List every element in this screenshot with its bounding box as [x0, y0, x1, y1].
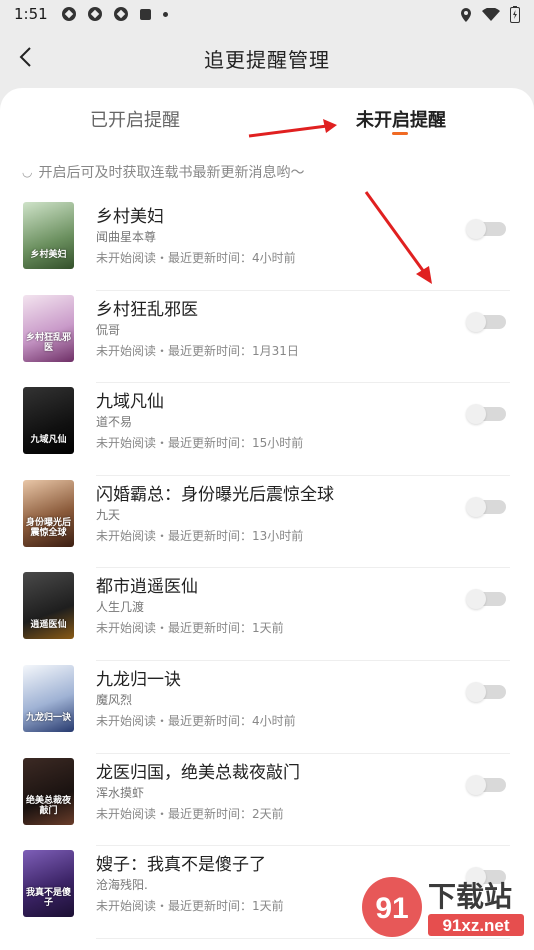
book-cover[interactable]: 我真不是傻子 — [23, 850, 74, 918]
cover-title: 九域凡仙 — [30, 435, 67, 446]
status-time: 1:51 — [14, 5, 48, 23]
reminder-toggle[interactable] — [466, 496, 506, 517]
tab-reminders-enabled[interactable]: 已开启提醒 — [90, 106, 180, 132]
reminder-toggle[interactable] — [466, 681, 506, 702]
book-status: 未开始阅读・最近更新时间：4小时前 — [96, 713, 296, 728]
smile-icon: ◡ — [22, 165, 33, 179]
cover-title: 乡村狂乱邪医 — [25, 332, 71, 353]
book-status: 未开始阅读・最近更新时间：15小时前 — [96, 436, 304, 451]
book-title[interactable]: 九域凡仙 — [96, 387, 164, 412]
book-row[interactable]: 逍遥医仙 都市逍遥医仙人生几渡未开始阅读・最近更新时间：1天前 — [0, 568, 534, 661]
toggle-knob — [466, 774, 486, 795]
book-row[interactable]: 乡村狂乱邪医 乡村狂乱邪医 侃哥 未开始阅读・最近更新时间：1月31日 — [0, 291, 534, 384]
tip-bar: ◡ 开启后可及时获取连载书最新更新消息哟～ — [22, 162, 304, 182]
book-cover[interactable]: 身份曝光后震惊全球 — [23, 479, 74, 547]
svg-text:91xz.net: 91xz.net — [442, 916, 509, 935]
svg-text:91: 91 — [375, 892, 408, 925]
tip-text: 开启后可及时获取连载书最新更新消息哟～ — [38, 165, 305, 181]
book-title[interactable]: 都市逍遥医仙 — [96, 572, 198, 597]
book-author: 九天 — [96, 507, 121, 522]
book-title[interactable]: 九龙归一诀 — [96, 665, 181, 690]
book-cover[interactable]: 乡村狂乱邪医 — [23, 294, 74, 362]
book-status: 未开始阅读・最近更新时间：1月31日 — [96, 343, 299, 358]
book-title[interactable]: 龙医归国，绝美总裁夜敲门 — [96, 758, 300, 783]
book-row[interactable]: 乡村美妇 乡村美妇 闻曲星本尊 未开始阅读・最近更新时间：4小时前 — [0, 198, 534, 291]
back-icon[interactable] — [14, 44, 40, 70]
toggle-knob — [466, 589, 486, 610]
book-title[interactable]: 闪婚霸总：身份曝光后震惊全球 — [96, 480, 334, 505]
book-title[interactable]: 乡村美妇 — [96, 202, 164, 227]
book-cover[interactable]: 逍遥医仙 — [23, 572, 74, 640]
wifi-icon — [482, 7, 500, 21]
book-author: 道不易 — [96, 415, 133, 430]
book-title[interactable]: 乡村狂乱邪医 — [96, 295, 198, 320]
book-title[interactable]: 嫂子：我真不是傻子了 — [96, 850, 266, 875]
book-status: 未开始阅读・最近更新时间：2天前 — [96, 806, 284, 821]
book-status: 未开始阅读・最近更新时间：13小时前 — [96, 528, 304, 543]
toggle-knob — [466, 496, 486, 517]
app-header: 追更提醒管理 — [0, 28, 534, 88]
toggle-knob — [466, 681, 486, 702]
tab-reminders-disabled[interactable]: 未开启提醒 — [356, 106, 446, 132]
reminder-toggle[interactable] — [466, 311, 506, 332]
content-card: 已开启提醒 未开启提醒 ◡ 开启后可及时获取连载书最新更新消息哟～ 乡村美妇 乡村… — [0, 88, 534, 950]
book-status: 未开始阅读・最近更新时间：1天前 — [96, 621, 284, 636]
app-notification-icon — [61, 7, 76, 21]
battery-icon — [510, 6, 520, 23]
watermark: 91 下载站 91xz.net — [360, 872, 530, 946]
book-list: 乡村美妇 乡村美妇 闻曲星本尊 未开始阅读・最近更新时间：4小时前 乡村狂乱邪医 乡村狂乱… — [0, 198, 534, 939]
svg-text:下载站: 下载站 — [428, 880, 512, 913]
more-notifications-icon — [162, 11, 168, 17]
book-author: 沧海残阳. — [96, 878, 148, 893]
book-cover[interactable]: 九龙归一诀 — [23, 664, 74, 732]
reminder-toggle[interactable] — [466, 589, 506, 610]
book-author: 魔风烈 — [96, 692, 133, 707]
app-notification-icon — [139, 8, 151, 20]
book-row[interactable]: 身份曝光后震惊全球 闪婚霸总：身份曝光后震惊全球九天未开始阅读・最近更新时间：13… — [0, 476, 534, 569]
book-status: 未开始阅读・最近更新时间：4小时前 — [96, 251, 296, 265]
book-cover[interactable]: 乡村美妇 — [23, 202, 74, 269]
toggle-knob — [466, 311, 486, 332]
cover-title: 我真不是傻子 — [25, 888, 71, 909]
cover-title: 逍遥医仙 — [30, 620, 67, 631]
book-row[interactable]: 绝美总裁夜敲门 龙医归国，绝美总裁夜敲门浑水摸虾未开始阅读・最近更新时间：2天前 — [0, 754, 534, 847]
active-tab-indicator — [392, 132, 408, 135]
book-status: 未开始阅读・最近更新时间：1天前 — [96, 899, 284, 914]
book-author: 浑水摸虾 — [96, 785, 145, 800]
site-logo: 91 下载站 91xz.net — [362, 877, 524, 937]
book-author: 闻曲星本尊 — [96, 230, 157, 244]
location-icon — [461, 7, 471, 22]
status-bar: 1:51 — [0, 0, 534, 28]
reminder-toggle[interactable] — [466, 219, 506, 239]
reminder-toggle[interactable] — [466, 774, 506, 795]
book-row[interactable]: 九域凡仙 九域凡仙 道不易 未开始阅读・最近更新时间：15小时前 — [0, 383, 534, 476]
app-notification-icon — [113, 7, 128, 21]
cover-title: 乡村美妇 — [30, 250, 67, 261]
cover-title: 绝美总裁夜敲门 — [25, 795, 71, 816]
book-cover[interactable]: 九域凡仙 — [23, 387, 74, 455]
cover-title: 身份曝光后震惊全球 — [25, 518, 71, 538]
book-row[interactable]: 九龙归一诀 九龙归一诀 魔风烈 未开始阅读・最近更新时间：4小时前 — [0, 661, 534, 754]
book-author: 侃哥 — [96, 322, 121, 337]
cover-title: 九龙归一诀 — [25, 713, 71, 724]
book-cover[interactable]: 绝美总裁夜敲门 — [23, 757, 74, 825]
book-author: 人生几渡 — [96, 600, 145, 615]
page-title: 追更提醒管理 — [204, 47, 330, 72]
toggle-knob — [466, 404, 486, 425]
app-notification-icon — [87, 7, 102, 21]
tab-bar: 已开启提醒 未开启提醒 — [0, 88, 534, 148]
reminder-toggle[interactable] — [466, 404, 506, 425]
toggle-knob — [466, 219, 486, 239]
